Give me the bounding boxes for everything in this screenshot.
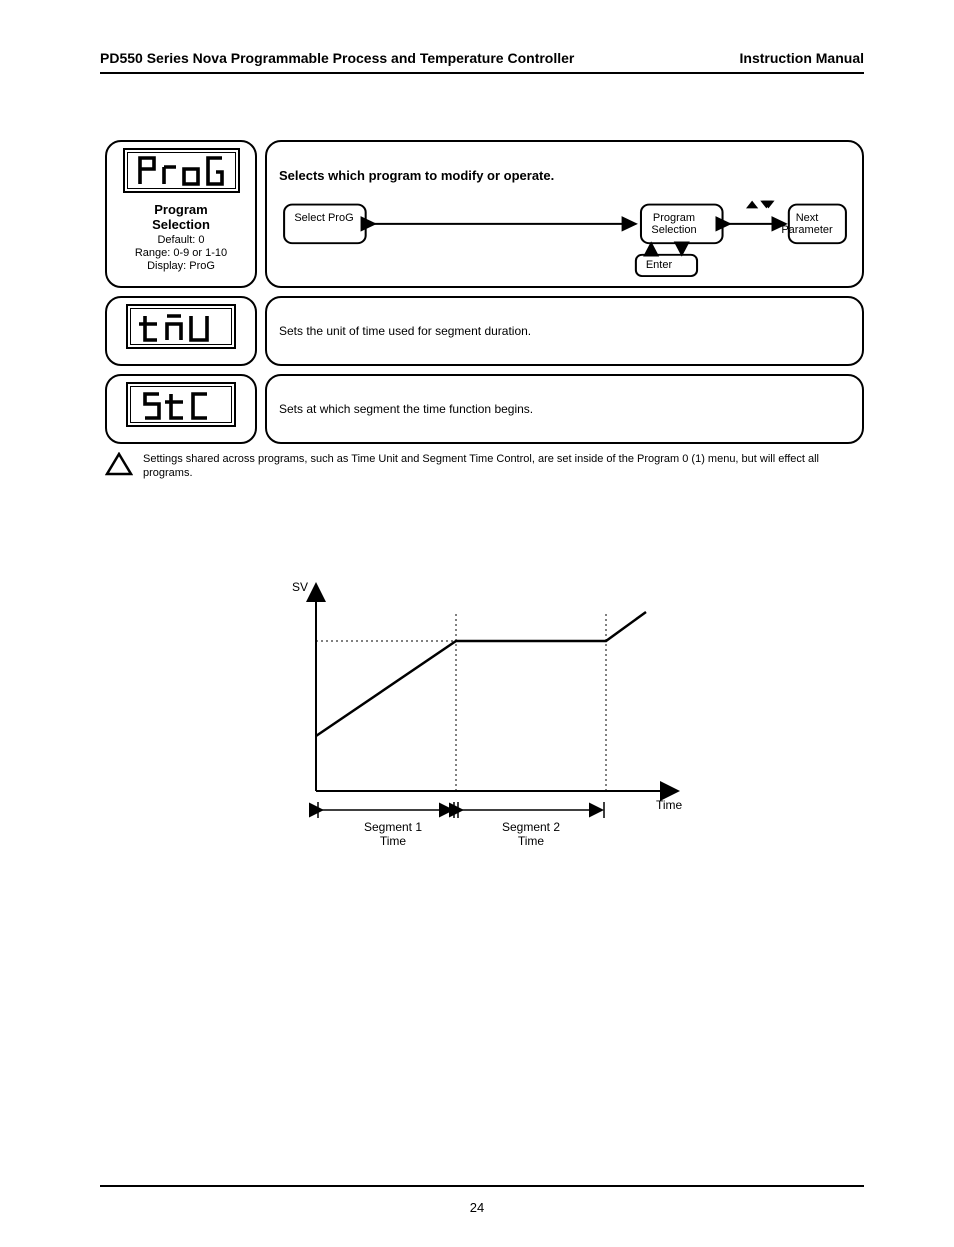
header-right: Instruction Manual — [740, 50, 864, 66]
flow-label-a: Select ProG — [285, 213, 363, 225]
flow-label-b: Program Selection — [635, 213, 713, 236]
lcd-frame — [126, 382, 236, 427]
desc-box-tmu: Sets the unit of time used for segment d… — [265, 296, 864, 366]
lcd-frame — [123, 148, 240, 193]
display-box-stc — [105, 374, 257, 444]
lcd-glyph-prog — [134, 154, 229, 188]
disp-caption-prog: Program Selection — [113, 202, 249, 232]
desc-text-stc: Sets at which segment the time function … — [279, 402, 850, 416]
segment-time-chart: SV Time Segment 1 Time Segment 2 Time — [286, 576, 686, 836]
bottom-rule — [100, 1185, 864, 1187]
note-text: Settings shared across programs, such as… — [143, 452, 864, 481]
desc-box-prog: Selects which program to modify or opera… — [265, 140, 864, 288]
note-row: Settings shared across programs, such as… — [105, 452, 864, 481]
top-rule — [100, 72, 864, 74]
flow-label-d: Next Parameter — [777, 213, 837, 236]
warning-icon — [105, 452, 133, 476]
desc-text-tmu: Sets the unit of time used for segment d… — [279, 324, 850, 338]
lcd-inner — [130, 386, 232, 423]
display-box-tmu — [105, 296, 257, 366]
chart-xlabel: Time — [656, 798, 682, 812]
flow-diagram: Select ProG Program Selection Enter Next… — [279, 191, 850, 278]
desc-title-prog: Selects which program to modify or opera… — [279, 168, 554, 183]
disp-sub-prog: Default: 0 Range: 0-9 or 1-10 Display: P… — [113, 234, 249, 274]
display-box-prog: Program Selection Default: 0 Range: 0-9 … — [105, 140, 257, 288]
lcd-inner — [127, 152, 236, 189]
chart-bracket-1: Segment 2 Time — [486, 820, 576, 848]
lcd-inner — [130, 308, 232, 345]
page-number: 24 — [0, 1200, 954, 1215]
flow-label-c: Enter — [629, 260, 689, 272]
lcd-frame — [126, 304, 236, 349]
chart-ylabel: SV — [292, 580, 308, 594]
desc-box-stc: Sets at which segment the time function … — [265, 374, 864, 444]
lcd-glyph-tnu — [137, 310, 225, 344]
lcd-glyph-stc — [137, 388, 225, 422]
header-left: PD550 Series Nova Programmable Process a… — [100, 50, 574, 66]
chart-bracket-0: Segment 1 Time — [348, 820, 438, 848]
